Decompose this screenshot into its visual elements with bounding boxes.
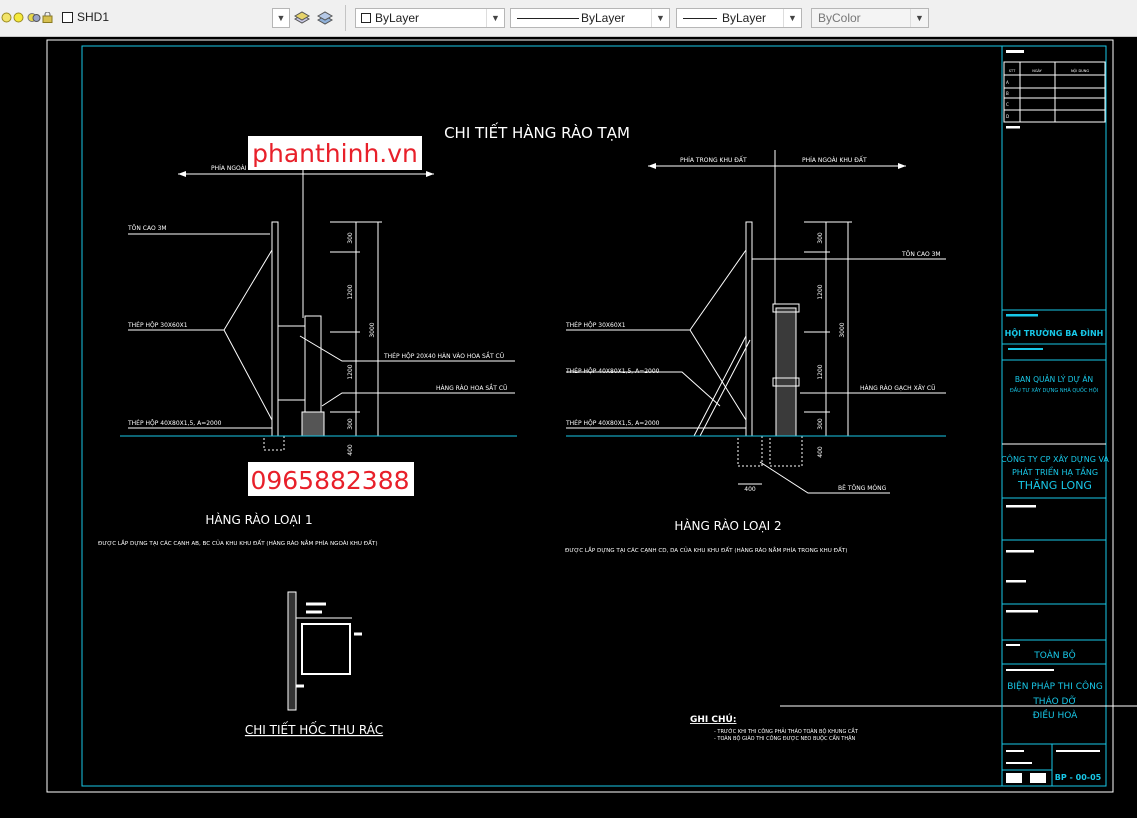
fence1-label-thep20: THÉP HỘP 20X40 HÀN VÀO HOA SẮT CŨ <box>383 352 504 360</box>
fence1-label-thep30: THÉP HỘP 30X60X1 <box>127 321 188 329</box>
rev-row: D <box>1006 114 1009 119</box>
lineweight-preview <box>683 18 717 19</box>
fence2-label-be-tong: BÊ TÔNG MÓNG <box>838 484 887 492</box>
chevron-down-icon: ▼ <box>486 9 504 27</box>
trash-bin-detail: CHI TIẾT HỐC THU RÁC <box>245 591 383 737</box>
fence1-label-thep40: THÉP HỘP 40X80X1,5, A=2000 <box>127 419 222 427</box>
layer-name: SHD1 <box>77 10 110 24</box>
drawing-canvas[interactable]: CHI TIẾT HÀNG RÀO TẠM PHÍA NGOÀI KHU ĐẤT… <box>0 36 1137 814</box>
rev-header: STT <box>1009 69 1016 73</box>
chevron-down-icon: ▼ <box>910 9 928 27</box>
dim-label: 1200 <box>347 284 354 299</box>
dim-label: 400 <box>744 486 756 493</box>
dim-label: 3000 <box>369 322 376 337</box>
drawing-name-2: THÁO DỠ <box>1032 695 1076 707</box>
fence1-title: HÀNG RÀO LOẠI 1 <box>205 512 312 527</box>
dim-label: 3000 <box>839 322 846 337</box>
dim-label: 300 <box>817 232 824 244</box>
linetype-value: ByLayer <box>581 11 626 25</box>
make-current-layer-icon[interactable] <box>293 9 311 27</box>
dim-label: 300 <box>817 418 824 430</box>
color-value: ByLayer <box>375 11 420 25</box>
trash-title: CHI TIẾT HỐC THU RÁC <box>245 721 383 737</box>
fence2-note: ĐƯỢC LẮP DỰNG TẠI CÁC CẠNH CD, DA CỦA KH… <box>565 546 847 554</box>
fence-type-2: PHÍA TRONG KHU ĐẤT PHÍA NGOÀI KHU ĐẤT 30… <box>565 150 946 554</box>
pmu-line-2: ĐẦU TƯ XÂY DỰNG NHÀ QUỐC HỘI <box>1010 386 1098 394</box>
dim-label: 1200 <box>347 364 354 379</box>
chevron-down-icon: ▼ <box>783 9 801 27</box>
layer-state-icon[interactable] <box>1 12 12 23</box>
fence2-label-ton: TÔN CAO 3M <box>901 251 941 258</box>
notes-line-1: - TRƯỚC KHI THI CÔNG PHẢI THÁO TOÀN BỘ K… <box>714 727 859 735</box>
toolbar-separator <box>345 5 346 31</box>
notes-line-2: - TOÀN BỘ GIÀO THI CÔNG ĐƯỢC NEO BUỘC CẨ… <box>714 734 856 742</box>
sheet-number: BP - 00-05 <box>1055 773 1102 782</box>
chevron-down-icon: ▼ <box>276 13 286 23</box>
fence1-label-ton: TÔN CAO 3M <box>127 225 167 232</box>
rev-header: NỘI DUNG <box>1071 68 1089 73</box>
dim-label: 400 <box>347 444 354 456</box>
dim-label: 1200 <box>817 364 824 379</box>
fence2-label-thep30: THÉP HỘP 30X60X1 <box>565 321 626 329</box>
fence2-title: HÀNG RÀO LOẠI 2 <box>674 518 781 533</box>
linetype-dropdown[interactable]: ByLayer ▼ <box>510 8 670 28</box>
lineweight-value: ByLayer <box>722 11 767 25</box>
rev-row: C <box>1006 102 1009 107</box>
color-dropdown[interactable]: ByLayer ▼ <box>355 8 505 28</box>
fence2-left-side: PHÍA TRONG KHU ĐẤT <box>680 156 747 164</box>
drawing-frame <box>81 45 1107 787</box>
dim-label: 400 <box>817 446 824 458</box>
lineweight-dropdown[interactable]: ByLayer ▼ <box>676 8 802 28</box>
fence2-label-gach: HÀNG RÀO GẠCH XÂY CŨ <box>860 385 935 392</box>
linetype-preview <box>517 18 579 19</box>
fence1-note: ĐƯỢC LẮP DỰNG TẠI CÁC CẠNH AB, BC CỦA KH… <box>98 539 378 547</box>
chevron-down-icon: ▼ <box>651 9 669 27</box>
owner-name: HỘI TRƯỜNG BA ĐÌNH <box>1005 327 1104 338</box>
sheet-border <box>46 39 1114 793</box>
freeze-sun-icon[interactable] <box>27 12 41 23</box>
drawing-name-3: ĐIỀU HOÀ <box>1033 708 1078 721</box>
company-line-3: THĂNG LONG <box>1017 479 1092 492</box>
watermark-site-text: phanthinh.vn <box>252 139 418 168</box>
title-block: STT NGÀY NỘI DUNG A B C D HỘI TRƯỜNG BA … <box>1001 46 1109 786</box>
watermark-phone-text: 0965882388 <box>250 466 409 495</box>
layer-dropdown-arrow-box[interactable]: ▼ <box>272 8 290 28</box>
fence1-label-hoa-sat: HÀNG RÀO HOA SẮT CŨ <box>436 384 507 392</box>
lock-icon[interactable] <box>42 12 54 23</box>
rev-header: NGÀY <box>1032 68 1042 73</box>
scope-value: TOÀN BỘ <box>1033 649 1075 661</box>
general-notes: GHI CHÚ: - TRƯỚC KHI THI CÔNG PHẢI THÁO … <box>690 713 859 742</box>
fence2-label-thep40b: THÉP HỘP 40X80X1,5, A=2000 <box>565 419 660 427</box>
rev-row: A <box>1006 80 1009 85</box>
properties-toolbar: SHD1 ▼ ByLayer ▼ ByLayer ▼ ByLayer ▼ ByC… <box>0 0 1137 37</box>
drawing-title: CHI TIẾT HÀNG RÀO TẠM <box>444 121 630 142</box>
fence2-right-side: PHÍA NGOÀI KHU ĐẤT <box>802 156 867 164</box>
watermark-site: phanthinh.vn <box>248 136 422 170</box>
dim-label: 1200 <box>817 284 824 299</box>
rev-row: B <box>1006 91 1009 96</box>
notes-heading: GHI CHÚ: <box>690 713 736 725</box>
dim-label: 300 <box>347 232 354 244</box>
lightbulb-on-icon[interactable] <box>13 12 24 23</box>
layer-previous-icon[interactable] <box>316 9 334 27</box>
plotstyle-value: ByColor <box>818 11 861 25</box>
drawing-name-1: BIỆN PHÁP THI CÔNG <box>1007 680 1103 692</box>
pmu-line-1: BAN QUẢN LÝ DỰ ÁN <box>1015 375 1093 384</box>
company-line-1: CÔNG TY CP XÂY DỰNG VÀ <box>1001 453 1109 464</box>
watermark-phone: 0965882388 <box>248 462 414 496</box>
company-line-2: PHÁT TRIỂN HẠ TẦNG <box>1012 465 1098 478</box>
dim-label: 300 <box>347 418 354 430</box>
plotstyle-dropdown[interactable]: ByColor ▼ <box>811 8 929 28</box>
color-swatch-icon <box>361 13 371 23</box>
fence2-label-thep40a: THÉP HỘP 40X80X1,5, A=2000 <box>565 367 660 375</box>
layer-dropdown[interactable]: SHD1 <box>58 8 290 28</box>
